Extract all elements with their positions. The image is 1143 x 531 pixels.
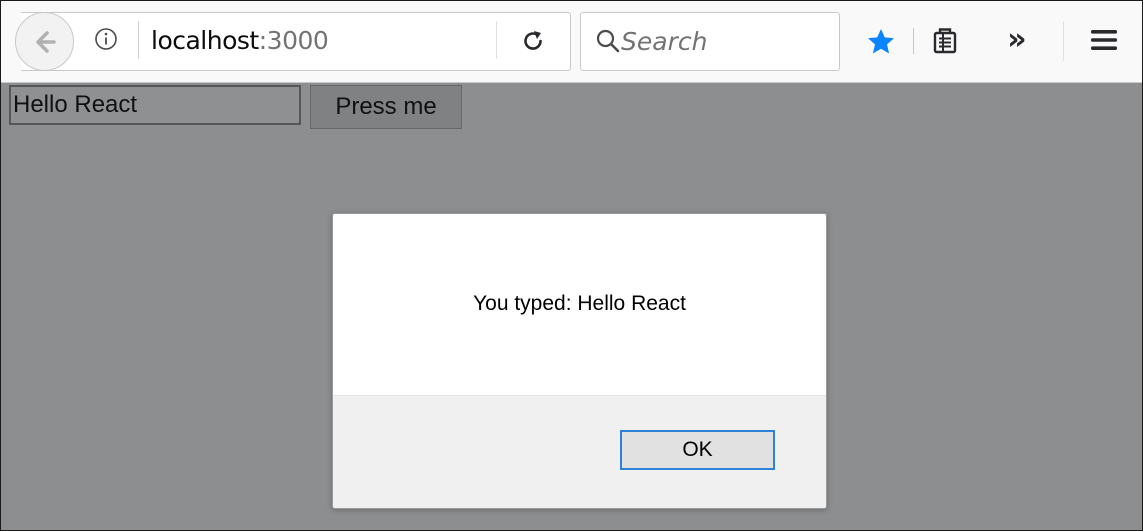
browser-window: localhost:3000 Search » Hello React Pres… bbox=[0, 0, 1143, 531]
url-separator bbox=[138, 21, 139, 59]
overflow-chevrons-icon[interactable]: » bbox=[1002, 23, 1032, 57]
alert-dialog: You typed: Hello React OK bbox=[332, 213, 827, 509]
text-input[interactable] bbox=[9, 85, 301, 125]
hamburger-menu-icon[interactable] bbox=[1091, 28, 1117, 52]
search-icon bbox=[595, 28, 621, 54]
info-icon[interactable] bbox=[94, 27, 118, 51]
url-text[interactable]: localhost:3000 bbox=[151, 26, 329, 56]
dialog-footer: OK bbox=[333, 395, 826, 508]
press-me-button[interactable]: Press me bbox=[310, 85, 462, 129]
bookmark-star-icon[interactable] bbox=[866, 27, 896, 57]
back-button[interactable] bbox=[15, 12, 74, 71]
reload-icon[interactable] bbox=[520, 28, 546, 54]
toolbar-separator bbox=[1063, 21, 1064, 61]
back-arrow-icon bbox=[35, 30, 56, 53]
library-icon[interactable] bbox=[930, 26, 960, 56]
browser-toolbar: localhost:3000 Search » bbox=[1, 1, 1142, 83]
ok-button[interactable]: OK bbox=[620, 430, 775, 470]
url-host: localhost bbox=[151, 26, 259, 55]
url-port: :3000 bbox=[258, 26, 329, 55]
toolbar-separator bbox=[913, 28, 914, 54]
dialog-body: You typed: Hello React bbox=[333, 214, 826, 395]
reload-separator bbox=[496, 21, 497, 59]
search-input[interactable] bbox=[621, 26, 826, 56]
dialog-message: You typed: Hello React bbox=[473, 292, 686, 315]
